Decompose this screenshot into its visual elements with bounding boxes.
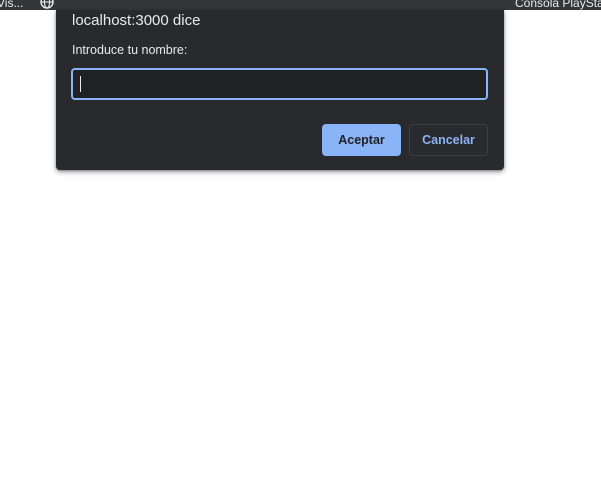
prompt-dialog: localhost:3000 dice Introduce tu nombre:… — [56, 10, 504, 170]
bookmark-item-right[interactable]: Consola PlayStati — [515, 0, 601, 10]
dialog-message: Introduce tu nombre: — [72, 43, 188, 57]
globe-icon[interactable] — [40, 0, 54, 9]
text-cursor — [80, 76, 81, 92]
bookmark-item-left[interactable]: Vis... — [0, 0, 23, 10]
ok-button[interactable]: Aceptar — [322, 124, 401, 156]
bookmarks-bar: Vis... Consola PlayStati — [0, 0, 601, 10]
prompt-input[interactable] — [71, 68, 488, 100]
cancel-button[interactable]: Cancelar — [409, 124, 488, 156]
page-content: localhost:3000 dice Introduce tu nombre:… — [0, 10, 601, 480]
dialog-title: localhost:3000 dice — [72, 12, 201, 29]
